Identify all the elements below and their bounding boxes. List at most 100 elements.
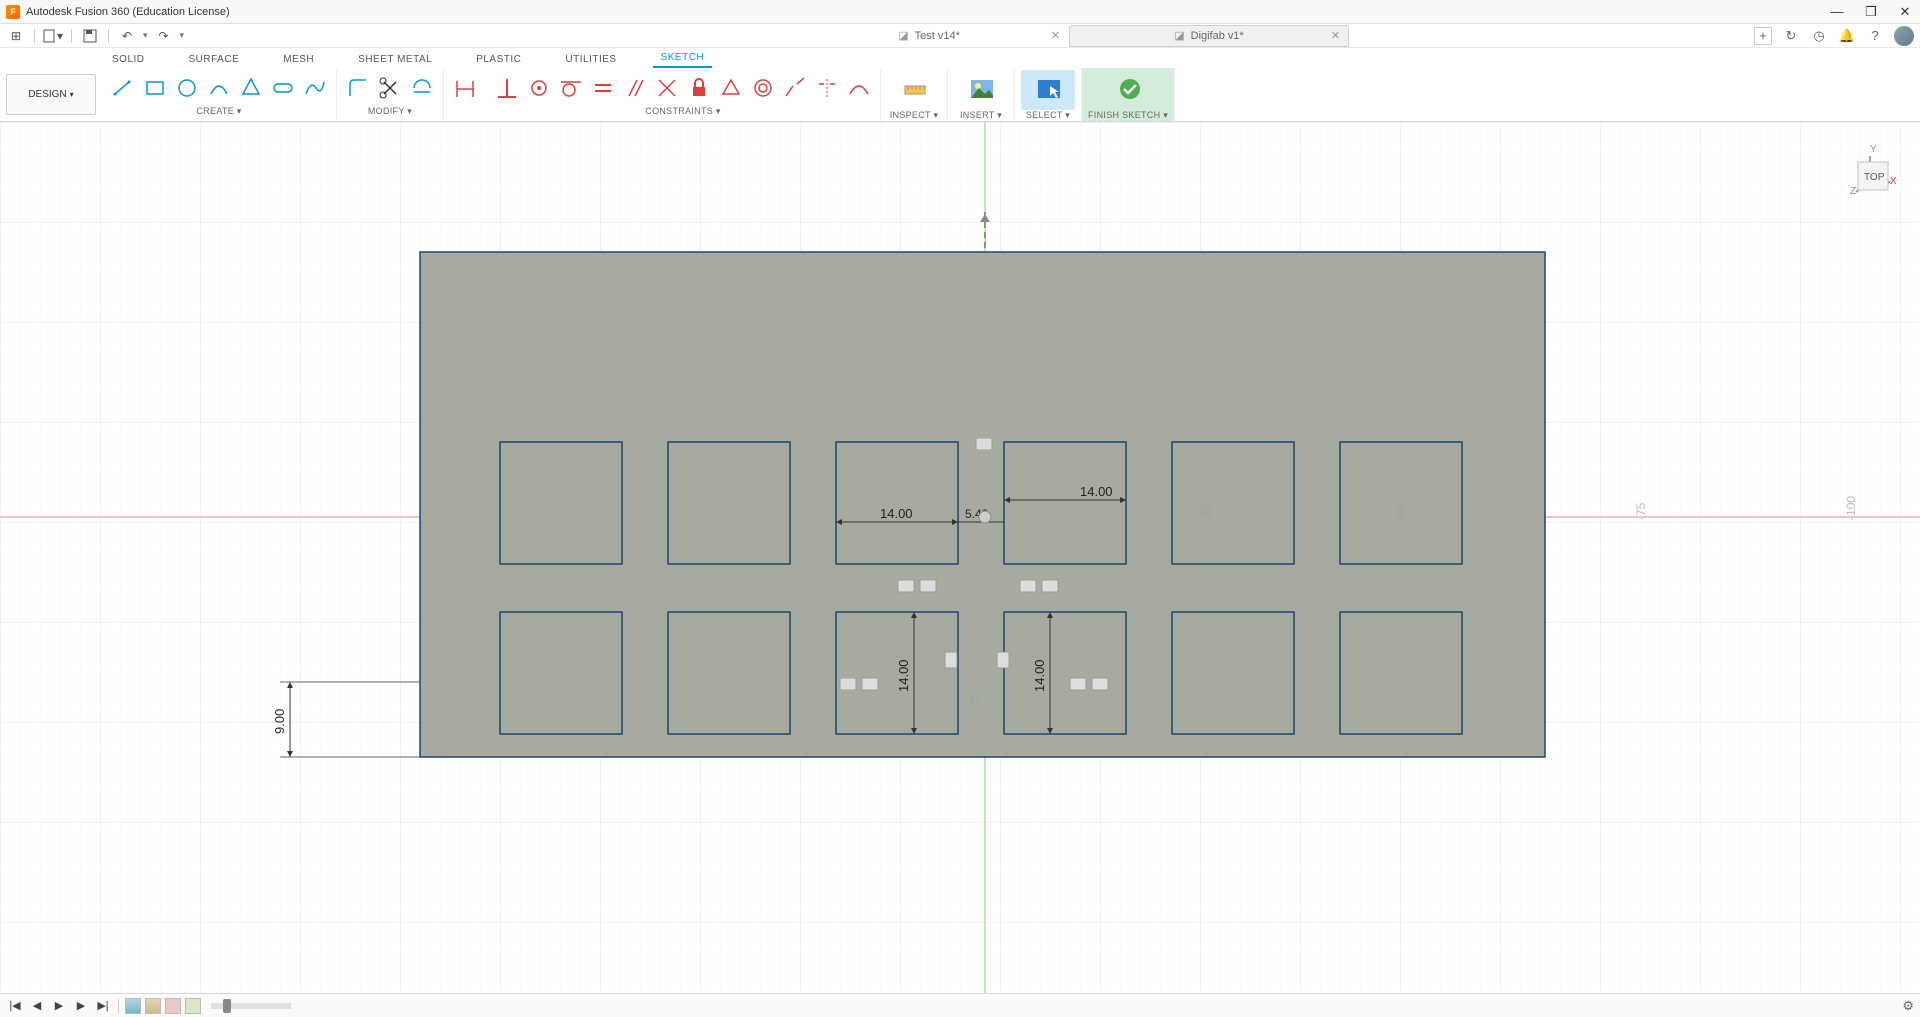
hv-icon bbox=[495, 76, 519, 100]
right-icon-bar: + ↻ ◷ 🔔 ? bbox=[1754, 26, 1914, 46]
timeline-feature-3[interactable] bbox=[165, 998, 181, 1014]
line-tool[interactable] bbox=[108, 73, 138, 103]
sketch-profile[interactable] bbox=[420, 252, 1545, 757]
parallel-constraint[interactable] bbox=[620, 73, 650, 103]
data-panel-button[interactable]: ⊞ bbox=[6, 26, 26, 46]
close-tab-icon[interactable]: ✕ bbox=[1331, 29, 1340, 42]
rectangle-tool[interactable] bbox=[140, 73, 170, 103]
quick-access-bar: ⊞ ▾ ↶ ▾ ↷ ▾ ◪ Test v14* ✕ ◪ Digifab v1* … bbox=[0, 24, 1920, 48]
separator bbox=[108, 29, 109, 43]
group-modify-label[interactable]: MODIFY ▾ bbox=[368, 106, 412, 119]
group-constraints-label[interactable]: CONSTRAINTS ▾ bbox=[645, 106, 720, 119]
timeline-start[interactable]: |◀ bbox=[6, 997, 24, 1015]
coincident-constraint[interactable] bbox=[524, 73, 554, 103]
user-avatar[interactable] bbox=[1894, 26, 1914, 46]
select-icon bbox=[1036, 78, 1060, 102]
sketch-canvas[interactable]: 14.00 14.00 5.40 14.00 14.00 9.00 -25 -5… bbox=[0, 122, 1920, 993]
doc-tab-test[interactable]: ◪ Test v14* ✕ bbox=[789, 25, 1069, 47]
fix-constraint[interactable] bbox=[684, 73, 714, 103]
new-design-button[interactable]: + bbox=[1754, 27, 1772, 45]
select-button[interactable] bbox=[1021, 70, 1075, 110]
tangent-constraint[interactable] bbox=[556, 73, 586, 103]
circle-tool[interactable] bbox=[172, 73, 202, 103]
redo-dropdown[interactable]: ▾ bbox=[180, 30, 185, 41]
close-tab-icon[interactable]: ✕ bbox=[1051, 29, 1060, 42]
timeline-track[interactable] bbox=[211, 1003, 291, 1009]
undo-button[interactable]: ↶ bbox=[117, 26, 137, 46]
scissors-icon bbox=[378, 76, 402, 100]
group-create-label[interactable]: CREATE ▾ bbox=[196, 106, 241, 119]
midpoint-constraint[interactable] bbox=[716, 73, 746, 103]
sketch-dimension-tool[interactable] bbox=[450, 74, 480, 104]
close-button[interactable]: ✕ bbox=[1896, 3, 1914, 21]
axis-z-label: Z bbox=[1850, 186, 1856, 197]
timeline-feature-2[interactable] bbox=[145, 998, 161, 1014]
extend-tool[interactable] bbox=[407, 73, 437, 103]
viewcube-face[interactable]: TOP bbox=[1864, 172, 1885, 183]
redo-button[interactable]: ↷ bbox=[154, 26, 174, 46]
curvature-constraint[interactable] bbox=[844, 73, 874, 103]
svg-text:14.00: 14.00 bbox=[1080, 484, 1113, 499]
maximize-button[interactable]: ❐ bbox=[1862, 3, 1880, 21]
axis-x-label: X bbox=[1890, 176, 1896, 187]
view-cube[interactable]: Y X Z TOP bbox=[1826, 138, 1896, 208]
timeline-feature-1[interactable] bbox=[125, 998, 141, 1014]
concentric-constraint[interactable] bbox=[748, 73, 778, 103]
svg-text:14.00: 14.00 bbox=[896, 659, 911, 692]
collinear-constraint[interactable] bbox=[780, 73, 810, 103]
file-menu-button[interactable]: ▾ bbox=[43, 26, 63, 46]
timeline-settings[interactable]: ⚙ bbox=[1902, 998, 1914, 1014]
tab-utilities[interactable]: UTILITIES bbox=[557, 51, 624, 68]
spline-tool[interactable] bbox=[300, 73, 330, 103]
workspace-selector[interactable]: DESIGN▾ bbox=[6, 74, 96, 115]
equal-constraint[interactable] bbox=[588, 73, 618, 103]
timeline-play[interactable]: ▶ bbox=[50, 997, 68, 1015]
slot-icon bbox=[271, 76, 295, 100]
tab-plastic[interactable]: PLASTIC bbox=[468, 51, 529, 68]
line-icon bbox=[111, 76, 135, 100]
minimize-button[interactable]: — bbox=[1828, 3, 1846, 21]
extensions-button[interactable]: ↻ bbox=[1782, 27, 1800, 45]
timeline-prev[interactable]: ◀ bbox=[28, 997, 46, 1015]
axis-tick: -50 bbox=[1394, 504, 1408, 522]
doc-tab-digifab[interactable]: ◪ Digifab v1* ✕ bbox=[1069, 25, 1349, 47]
tab-surface[interactable]: SURFACE bbox=[181, 51, 248, 68]
axis-y-label: Y bbox=[1870, 144, 1877, 155]
inspect-button[interactable] bbox=[887, 70, 941, 110]
help-button[interactable]: ? bbox=[1866, 27, 1884, 45]
tab-sketch[interactable]: SKETCH bbox=[653, 49, 713, 68]
group-inspect: INSPECT ▾ bbox=[881, 68, 948, 121]
timeline-handle[interactable] bbox=[223, 999, 231, 1013]
notifications-button[interactable]: 🔔 bbox=[1838, 27, 1856, 45]
fillet-tool[interactable] bbox=[343, 73, 373, 103]
symmetry-constraint[interactable] bbox=[812, 73, 842, 103]
doc-tab-label: Test v14* bbox=[915, 30, 960, 42]
axis-tick: -25 bbox=[1199, 504, 1213, 522]
perpendicular-icon bbox=[655, 76, 679, 100]
timeline-feature-4[interactable] bbox=[185, 998, 201, 1014]
horizontal-vertical-constraint[interactable] bbox=[492, 73, 522, 103]
save-button[interactable] bbox=[80, 26, 100, 46]
finish-sketch-button[interactable] bbox=[1101, 70, 1155, 110]
job-status-button[interactable]: ◷ bbox=[1810, 27, 1828, 45]
origin-point[interactable] bbox=[979, 511, 991, 523]
trim-tool[interactable] bbox=[375, 73, 405, 103]
slot-tool[interactable] bbox=[268, 73, 298, 103]
timeline-end[interactable]: ▶| bbox=[94, 997, 112, 1015]
separator bbox=[34, 29, 35, 43]
arc-tool[interactable] bbox=[204, 73, 234, 103]
polygon-tool[interactable] bbox=[236, 73, 266, 103]
undo-dropdown[interactable]: ▾ bbox=[143, 30, 148, 41]
viewport[interactable]: 14.00 14.00 5.40 14.00 14.00 9.00 -25 -5… bbox=[0, 122, 1920, 993]
save-icon bbox=[83, 29, 97, 43]
workspace-label: DESIGN bbox=[28, 89, 66, 100]
group-insert: INSERT ▾ bbox=[948, 68, 1015, 121]
tab-solid[interactable]: SOLID bbox=[104, 51, 153, 68]
perpendicular-constraint[interactable] bbox=[652, 73, 682, 103]
tab-mesh[interactable]: MESH bbox=[275, 51, 322, 68]
tab-sheet-metal[interactable]: SHEET METAL bbox=[350, 51, 440, 68]
timeline-next[interactable]: ▶ bbox=[72, 997, 90, 1015]
insert-button[interactable] bbox=[954, 70, 1008, 110]
title-bar: F Autodesk Fusion 360 (Education License… bbox=[0, 0, 1920, 24]
dimension-icon bbox=[453, 77, 477, 101]
